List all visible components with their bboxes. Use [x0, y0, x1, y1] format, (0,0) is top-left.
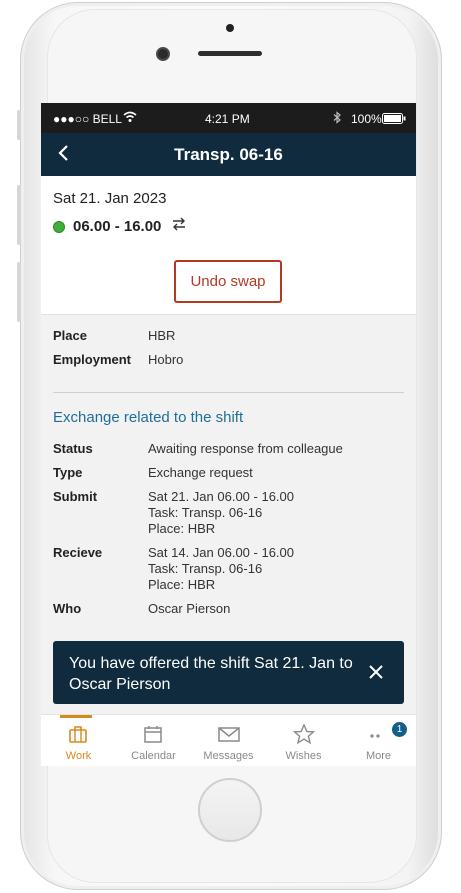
close-icon[interactable] — [368, 663, 384, 686]
status-line: Awaiting response from colleague — [148, 441, 343, 456]
tab-messages[interactable]: Messages — [191, 715, 266, 766]
place-label: Place — [53, 328, 87, 343]
place-value: HBR — [148, 328, 176, 343]
submit-label: Submit — [53, 489, 98, 504]
submit-line: Task: Transp. 06-16 — [148, 505, 263, 520]
tab-label: Messages — [203, 750, 254, 762]
status-time: 4:21 PM — [205, 112, 250, 126]
status-bar: ●●●○○ BELL 4:21 PM 100% — [41, 103, 416, 133]
recieve-label: Recieve — [53, 545, 103, 560]
submit-line: Sat 21. Jan 06.00 - 16.00 — [148, 489, 294, 504]
tab-wishes[interactable]: Wishes — [266, 715, 341, 766]
battery-percent: 100% — [351, 112, 382, 126]
who-label: Who — [53, 601, 82, 616]
recieve-line: Task: Transp. 06-16 — [148, 561, 263, 576]
type-value: Exchange request — [148, 465, 253, 481]
divider — [53, 392, 404, 393]
shift-header: Sat 21. Jan 2023 06.00 - 16.00 Undo swap — [41, 176, 416, 315]
front-camera — [156, 47, 170, 61]
employment-label: Employment — [53, 352, 132, 367]
mute-switch — [17, 110, 21, 140]
active-tab-indicator — [60, 715, 92, 718]
toast-message: You have offered the shift Sat 21. Jan t… — [69, 655, 353, 693]
battery-icon — [382, 113, 406, 127]
proximity-sensor — [226, 24, 234, 32]
tab-label: Calendar — [131, 750, 176, 762]
type-line: Exchange request — [148, 465, 253, 480]
tab-work[interactable]: Work — [41, 715, 116, 766]
exchange-heading: Exchange related to the shift — [53, 409, 244, 426]
app-screen: ●●●○○ BELL 4:21 PM 100% Transp. 06-16 Sa… — [41, 103, 416, 766]
volume-down-button — [17, 262, 21, 322]
status-label: Status — [53, 441, 93, 456]
shift-time: 06.00 - 16.00 — [53, 217, 187, 236]
tab-more[interactable]: More — [341, 715, 416, 766]
carrier-label: ●●●○○ BELL — [53, 112, 122, 126]
wifi-icon — [123, 111, 137, 126]
page-title: Transp. 06-16 — [174, 145, 283, 164]
home-button[interactable] — [198, 778, 262, 842]
star-icon — [293, 724, 315, 744]
submit-line: Place: HBR — [148, 521, 216, 536]
recieve-line: Place: HBR — [148, 577, 216, 592]
tab-label: Wishes — [285, 750, 322, 762]
envelope-icon — [218, 727, 240, 742]
briefcase-icon — [69, 726, 87, 743]
recieve-line: Sat 14. Jan 06.00 - 16.00 — [148, 545, 294, 560]
toast-notification: You have offered the shift Sat 21. Jan t… — [53, 641, 404, 704]
tab-label: More — [365, 750, 392, 762]
employment-value: Hobro — [148, 352, 184, 367]
tab-label: Work — [65, 750, 92, 762]
calendar-icon — [144, 726, 162, 743]
volume-up-button — [17, 185, 21, 245]
shift-date: Sat 21. Jan 2023 — [53, 190, 167, 207]
earpiece-speaker — [198, 51, 262, 56]
tab-calendar[interactable]: Calendar — [116, 715, 191, 766]
undo-swap-button[interactable]: Undo swap — [174, 260, 282, 303]
more-icon — [370, 734, 380, 738]
swap-arrows-icon — [171, 217, 187, 236]
who-value: Oscar Pierson — [148, 601, 230, 617]
recieve-value: Sat 14. Jan 06.00 - 16.00 Task: Transp. … — [148, 545, 294, 593]
tab-bar: Work Calendar Messages Wishes More — [41, 714, 416, 766]
notification-badge: 1 — [392, 722, 407, 737]
nav-bar: Transp. 06-16 — [41, 133, 416, 176]
shift-time-range: 06.00 - 16.00 — [73, 218, 162, 235]
bluetooth-icon — [333, 111, 341, 127]
who-line: Oscar Pierson — [148, 601, 231, 616]
status-dot-icon — [53, 220, 65, 233]
submit-value: Sat 21. Jan 06.00 - 16.00 Task: Transp. … — [148, 489, 294, 537]
status-value: Awaiting response from colleague — [148, 441, 343, 457]
type-label: Type — [53, 465, 83, 480]
